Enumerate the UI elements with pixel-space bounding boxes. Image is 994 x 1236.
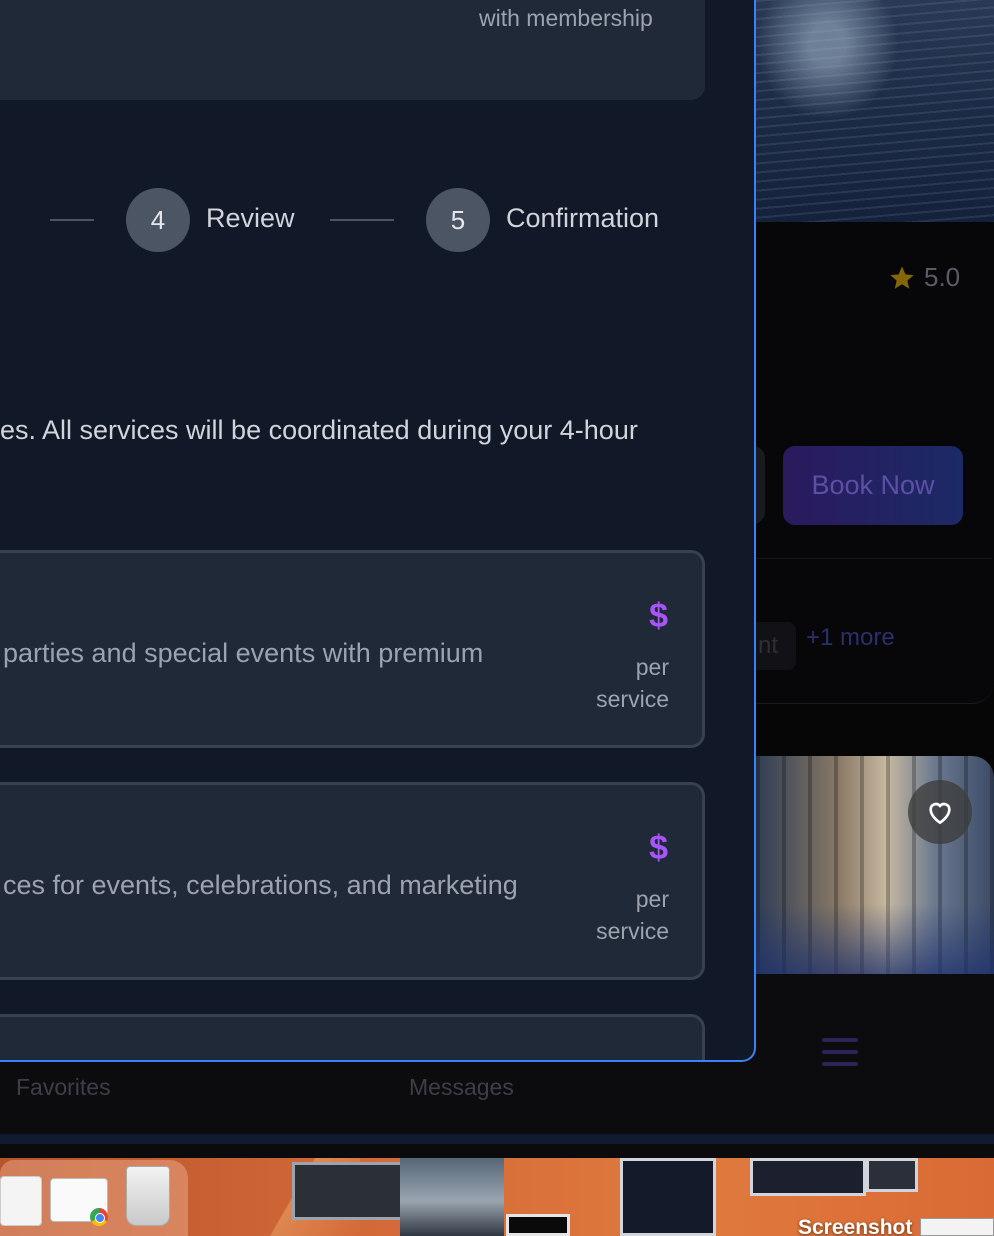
menu-icon[interactable] bbox=[822, 1038, 858, 1066]
price-symbol: $ bbox=[649, 829, 668, 867]
service-card[interactable] bbox=[0, 1014, 705, 1060]
more-tags-link[interactable]: +1 more bbox=[806, 624, 895, 652]
window-thumbnail[interactable] bbox=[750, 1158, 866, 1196]
service-description: ces for events, celebrations, and market… bbox=[3, 870, 518, 900]
step-connector bbox=[50, 219, 94, 221]
document-icon[interactable] bbox=[0, 1176, 42, 1226]
chrome-icon[interactable] bbox=[90, 1208, 108, 1226]
star-icon bbox=[890, 265, 914, 289]
window-thumbnail[interactable] bbox=[506, 1214, 570, 1236]
step-connector bbox=[330, 219, 394, 221]
rating-value: 5.0 bbox=[924, 262, 961, 292]
window-thumbnail[interactable] bbox=[400, 1158, 504, 1236]
window-thumbnail[interactable] bbox=[620, 1158, 716, 1236]
nav-bottom-strip bbox=[0, 1134, 994, 1144]
window-thumbnail[interactable] bbox=[920, 1218, 994, 1236]
service-card[interactable]: ces for events, celebrations, and market… bbox=[0, 782, 705, 980]
step-5-label: Confirmation bbox=[506, 203, 660, 233]
price-unit: per service bbox=[596, 654, 669, 712]
screenshot-label: Screenshot bbox=[798, 1216, 913, 1236]
heart-icon bbox=[929, 802, 951, 825]
trash-icon[interactable] bbox=[126, 1166, 170, 1226]
book-now-button[interactable]: Book Now bbox=[783, 446, 963, 525]
listing-rating: 5.0 bbox=[888, 262, 960, 293]
nav-favorites[interactable]: Favorites bbox=[16, 1074, 111, 1101]
price-symbol: $ bbox=[649, 597, 668, 635]
step-4-label: Review bbox=[206, 203, 295, 233]
step-4-circle: 4 bbox=[126, 188, 190, 252]
membership-note: with membership bbox=[479, 5, 653, 31]
window-thumbnail[interactable] bbox=[866, 1158, 918, 1192]
window-thumbnail[interactable] bbox=[292, 1162, 408, 1220]
amenity-tag: nt bbox=[756, 622, 796, 670]
listing-divider bbox=[756, 558, 992, 559]
booking-modal: with membership 4 Review 5 Confirmation … bbox=[0, 0, 756, 1062]
services-intro-text: es. All services will be coordinated dur… bbox=[0, 415, 638, 445]
nav-messages[interactable]: Messages bbox=[409, 1074, 514, 1101]
yacht-hero-image bbox=[756, 0, 994, 222]
service-description: parties and special events with premium bbox=[3, 638, 484, 668]
service-card[interactable]: parties and special events with premium … bbox=[0, 550, 705, 748]
price-unit: per service bbox=[596, 886, 669, 944]
favorite-button[interactable] bbox=[908, 780, 972, 844]
step-5-circle: 5 bbox=[426, 188, 490, 252]
